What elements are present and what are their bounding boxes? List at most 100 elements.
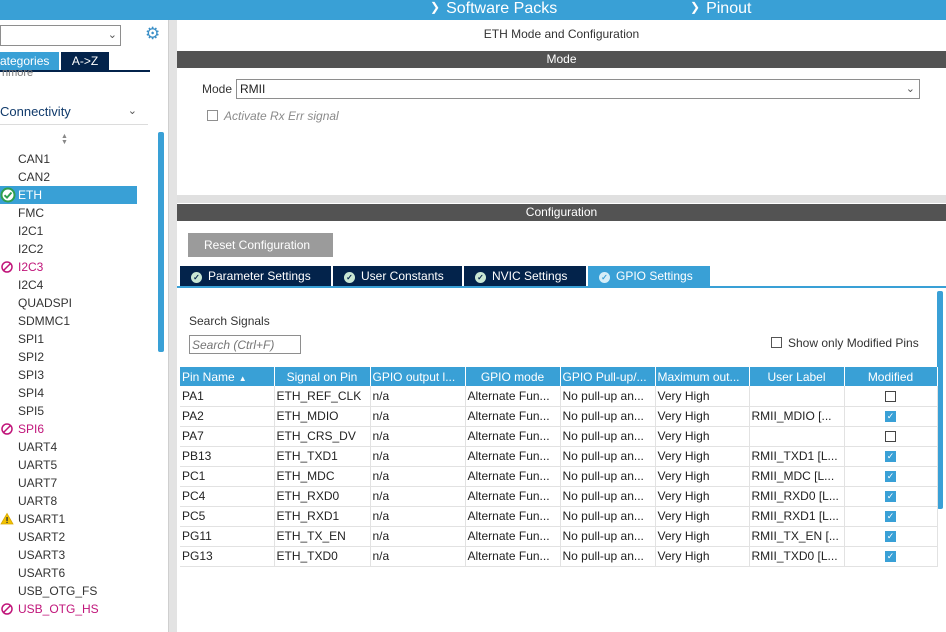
sidebar-item[interactable]: SPI3	[0, 366, 137, 384]
column-header-pin-name[interactable]: Pin Name ▲	[180, 367, 275, 386]
table-row[interactable]: PC4 ETH_RXD0 n/a Alternate Fun... No pull-up…	[180, 486, 938, 507]
table-row[interactable]: PC1 ETH_MDC n/a Alternate Fun... No pull-up …	[180, 466, 938, 487]
sidebar-item-label: USB_OTG_HS	[18, 602, 99, 616]
sidebar-item[interactable]: SPI1	[0, 330, 137, 348]
cut-off-category: nmore	[2, 70, 34, 78]
sidebar-item[interactable]: UART5	[0, 456, 137, 474]
sidebar-item[interactable]: USB_OTG_HS	[0, 600, 137, 618]
tab-nvic-settings[interactable]: ✓ NVIC Settings	[464, 266, 586, 286]
table-row[interactable]: PB13 ETH_TXD1 n/a Alternate Fun... No pull-u…	[180, 446, 938, 467]
column-header-pull[interactable]: GPIO Pull-up/...	[560, 367, 656, 386]
sidebar-item-label: SPI3	[18, 368, 45, 382]
sidebar-item[interactable]: UART8	[0, 492, 137, 510]
blank-icon	[0, 528, 16, 546]
cell-signal: ETH_RXD0	[274, 486, 371, 507]
sidebar-item-label: USART3	[18, 548, 66, 562]
sidebar-item[interactable]: USB_OTG_FS	[0, 582, 137, 600]
sidebar-item[interactable]: SDMMC1	[0, 312, 137, 330]
sidebar-item[interactable]: USART1	[0, 510, 137, 528]
table-row[interactable]: PA1 ETH_REF_CLK n/a Alternate Fun... No pull…	[180, 386, 938, 407]
sidebar-item[interactable]: ETH	[0, 186, 137, 204]
sidebar-item[interactable]: I2C1	[0, 222, 137, 240]
checked-checkbox-icon[interactable]: ✓	[885, 531, 896, 543]
pinout-menu[interactable]: ❯ Pinout	[690, 0, 751, 20]
show-modified-checkbox[interactable]: Show only Modified Pins	[771, 336, 919, 350]
sidebar-item[interactable]: UART7	[0, 474, 137, 492]
search-input[interactable]	[189, 335, 301, 354]
gear-icon[interactable]: ⚙	[145, 25, 163, 43]
blocked-icon	[0, 420, 16, 438]
sidebar-item-label: UART7	[18, 476, 58, 490]
sidebar-item-label: I2C3	[18, 260, 44, 274]
column-header-max-output[interactable]: Maximum out...	[655, 367, 750, 386]
sidebar-scrollbar[interactable]	[158, 132, 164, 352]
sidebar-item[interactable]: SPI4	[0, 384, 137, 402]
sidebar-item[interactable]: I2C4	[0, 276, 137, 294]
sidebar-item[interactable]: USART6	[0, 564, 137, 582]
sidebar-item[interactable]: CAN2	[0, 168, 137, 186]
table-row[interactable]: PG13 ETH_TXD0 n/a Alternate Fun... No pull-u…	[180, 546, 938, 567]
tab-underline	[177, 286, 946, 288]
sidebar-item[interactable]: FMC	[0, 204, 137, 222]
column-header-modified[interactable]: Modified	[844, 367, 938, 386]
cell-output: n/a	[370, 446, 466, 467]
column-header-user-label[interactable]: User Label	[749, 367, 845, 386]
cell-pin: PB13	[180, 446, 275, 467]
tab-categories[interactable]: ategories	[0, 52, 59, 70]
blank-icon	[0, 204, 16, 222]
checked-checkbox-icon[interactable]: ✓	[885, 551, 896, 563]
connectivity-group-header[interactable]: Connectivity ⌄	[0, 104, 145, 119]
mode-select[interactable]: RMII ⌄	[236, 79, 920, 99]
tab-a-z[interactable]: A->Z	[61, 52, 109, 70]
unchecked-checkbox-icon[interactable]	[885, 391, 896, 403]
unchecked-checkbox-icon[interactable]	[885, 431, 896, 443]
column-header-gpio-mode[interactable]: GPIO mode	[465, 367, 561, 386]
checked-checkbox-icon[interactable]: ✓	[885, 491, 896, 503]
check-circle-icon	[0, 186, 16, 204]
cell-modified	[844, 386, 938, 407]
table-row[interactable]: PA2 ETH_MDIO n/a Alternate Fun... No pull-up…	[180, 406, 938, 427]
sidebar-item[interactable]: SPI5	[0, 402, 137, 420]
table-row[interactable]: PG11 ETH_TX_EN n/a Alternate Fun... No pull-…	[180, 526, 938, 547]
table-row[interactable]: PA7 ETH_CRS_DV n/a Alternate Fun... No pull-…	[180, 426, 938, 447]
cell-modified: ✓	[844, 406, 938, 427]
column-header-gpio-output[interactable]: GPIO output l...	[370, 367, 466, 386]
sidebar-item[interactable]: I2C3	[0, 258, 137, 276]
sidebar-item[interactable]: USART3	[0, 546, 137, 564]
cell-speed: Very High	[655, 546, 750, 567]
tab-parameter-settings[interactable]: ✓ Parameter Settings	[180, 266, 331, 286]
sidebar-item[interactable]: CAN1	[0, 150, 137, 168]
reset-configuration-button[interactable]: Reset Configuration	[188, 233, 333, 257]
checked-checkbox-icon[interactable]: ✓	[885, 451, 896, 463]
sidebar-item[interactable]: SPI6	[0, 420, 137, 438]
sidebar-item[interactable]: USART2	[0, 528, 137, 546]
sidebar-item-label: SPI1	[18, 332, 45, 346]
table-row[interactable]: PC5 ETH_RXD1 n/a Alternate Fun... No pull-up…	[180, 506, 938, 527]
blank-icon	[0, 150, 16, 168]
check-circle-icon: ✓	[344, 272, 355, 283]
sidebar-item[interactable]: UART4	[0, 438, 137, 456]
checked-checkbox-icon[interactable]: ✓	[885, 511, 896, 523]
panel-splitter[interactable]	[168, 20, 177, 632]
activate-rx-err-checkbox[interactable]: Activate Rx Err signal	[207, 109, 339, 123]
config-scrollbar[interactable]	[937, 291, 943, 509]
tab-user-constants[interactable]: ✓ User Constants	[333, 266, 462, 286]
category-search-combo[interactable]: ⌄	[0, 25, 121, 46]
sidebar-item-label: UART5	[18, 458, 58, 472]
blank-icon	[0, 564, 16, 582]
sidebar-item[interactable]: SPI2	[0, 348, 137, 366]
checked-checkbox-icon[interactable]: ✓	[885, 471, 896, 483]
sidebar-item[interactable]: I2C2	[0, 240, 137, 258]
cell-signal: ETH_TX_EN	[274, 526, 371, 547]
column-header-signal[interactable]: Signal on Pin	[274, 367, 371, 386]
checked-checkbox-icon[interactable]: ✓	[885, 411, 896, 423]
tab-gpio-settings[interactable]: ✓ GPIO Settings	[588, 266, 710, 286]
sidebar-item[interactable]: QUADSPI	[0, 294, 137, 312]
cell-label: RMII_MDC [L...	[749, 466, 845, 487]
blank-icon	[0, 384, 16, 402]
sort-arrows-icon[interactable]: ▲ ▼	[61, 133, 68, 146]
software-packs-menu[interactable]: ❯ Software Packs	[430, 0, 557, 20]
cell-label: RMII_TXD0 [L...	[749, 546, 845, 567]
configuration-banner: Configuration	[177, 204, 946, 221]
cell-speed: Very High	[655, 506, 750, 527]
